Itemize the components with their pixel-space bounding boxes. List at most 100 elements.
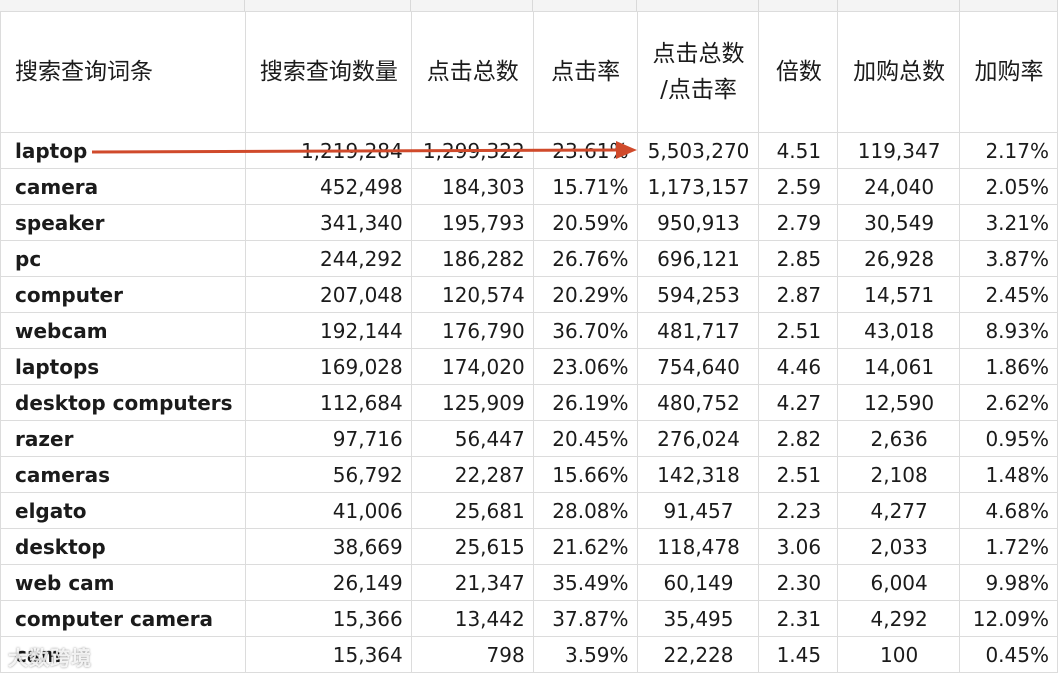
cell-clicks-over-ctr[interactable]: 950,913 xyxy=(636,204,760,241)
cell-search-volume[interactable]: 169,028 xyxy=(244,348,412,385)
cell-multiple[interactable]: 2.59 xyxy=(758,168,839,205)
cell-multiple[interactable]: 1.45 xyxy=(758,636,839,673)
cell-search-volume[interactable]: 341,340 xyxy=(244,204,412,241)
cell-clicks-over-ctr[interactable]: 5,503,270 xyxy=(636,132,760,169)
cell-keyword[interactable]: speaker xyxy=(0,204,246,241)
cell-multiple[interactable]: 4.51 xyxy=(758,132,839,169)
cell-ctr[interactable]: 20.59% xyxy=(532,204,638,241)
cell-clicks-over-ctr[interactable]: 481,717 xyxy=(636,312,760,349)
cell-multiple[interactable]: 4.27 xyxy=(758,384,839,421)
cell-add-to-cart[interactable]: 100 xyxy=(837,636,961,673)
cell-clicks[interactable]: 120,574 xyxy=(410,276,534,313)
cell-multiple[interactable]: 3.06 xyxy=(758,528,839,565)
cell-multiple[interactable]: 2.87 xyxy=(758,276,839,313)
cell-clicks-over-ctr[interactable]: 91,457 xyxy=(636,492,760,529)
cell-ctr[interactable]: 20.29% xyxy=(532,276,638,313)
cell-clicks-over-ctr[interactable]: 696,121 xyxy=(636,240,760,277)
cell-clicks[interactable]: 174,020 xyxy=(410,348,534,385)
cell-cart-rate[interactable]: 8.93% xyxy=(959,312,1058,349)
cell-clicks[interactable]: 13,442 xyxy=(410,600,534,637)
cell-ctr[interactable]: 23.06% xyxy=(532,348,638,385)
cell-cart-rate[interactable]: 9.98% xyxy=(959,564,1058,601)
cell-clicks-over-ctr[interactable]: 22,228 xyxy=(636,636,760,673)
cell-add-to-cart[interactable]: 6,004 xyxy=(837,564,961,601)
cell-cart-rate[interactable]: 1.72% xyxy=(959,528,1058,565)
header-clicks[interactable]: 点击总数 xyxy=(410,11,534,133)
cell-keyword[interactable]: razer xyxy=(0,420,246,457)
cell-ctr[interactable]: 3.59% xyxy=(532,636,638,673)
cell-cart-rate[interactable]: 3.21% xyxy=(959,204,1058,241)
cell-ctr[interactable]: 36.70% xyxy=(532,312,638,349)
cell-clicks-over-ctr[interactable]: 35,495 xyxy=(636,600,760,637)
cell-ctr[interactable]: 20.45% xyxy=(532,420,638,457)
cell-ctr[interactable]: 21.62% xyxy=(532,528,638,565)
cell-cart-rate[interactable]: 2.05% xyxy=(959,168,1058,205)
cell-clicks[interactable]: 186,282 xyxy=(410,240,534,277)
column-header-h[interactable] xyxy=(960,0,1058,11)
cell-add-to-cart[interactable]: 30,549 xyxy=(837,204,961,241)
cell-multiple[interactable]: 2.51 xyxy=(758,456,839,493)
cell-ctr[interactable]: 26.19% xyxy=(532,384,638,421)
cell-add-to-cart[interactable]: 2,636 xyxy=(837,420,961,457)
cell-clicks-over-ctr[interactable]: 276,024 xyxy=(636,420,760,457)
cell-clicks[interactable]: 798 xyxy=(410,636,534,673)
cell-add-to-cart[interactable]: 119,347 xyxy=(837,132,961,169)
cell-cart-rate[interactable]: 0.45% xyxy=(959,636,1058,673)
cell-clicks[interactable]: 25,681 xyxy=(410,492,534,529)
cell-keyword[interactable]: laptop xyxy=(0,132,246,169)
cell-search-volume[interactable]: 38,669 xyxy=(244,528,412,565)
cell-multiple[interactable]: 2.31 xyxy=(758,600,839,637)
column-header-b[interactable] xyxy=(245,0,411,11)
cell-clicks-over-ctr[interactable]: 594,253 xyxy=(636,276,760,313)
cell-clicks-over-ctr[interactable]: 60,149 xyxy=(636,564,760,601)
column-header-c[interactable] xyxy=(411,0,533,11)
cell-cart-rate[interactable]: 3.87% xyxy=(959,240,1058,277)
cell-keyword[interactable]: computer xyxy=(0,276,246,313)
column-header-d[interactable] xyxy=(533,0,637,11)
cell-multiple[interactable]: 2.30 xyxy=(758,564,839,601)
cell-clicks-over-ctr[interactable]: 142,318 xyxy=(636,456,760,493)
cell-ctr[interactable]: 35.49% xyxy=(532,564,638,601)
cell-search-volume[interactable]: 207,048 xyxy=(244,276,412,313)
cell-ctr[interactable]: 15.71% xyxy=(532,168,638,205)
cell-search-volume[interactable]: 41,006 xyxy=(244,492,412,529)
cell-cart-rate[interactable]: 2.17% xyxy=(959,132,1058,169)
cell-search-volume[interactable]: 452,498 xyxy=(244,168,412,205)
cell-add-to-cart[interactable]: 4,277 xyxy=(837,492,961,529)
cell-add-to-cart[interactable]: 26,928 xyxy=(837,240,961,277)
cell-clicks[interactable]: 184,303 xyxy=(410,168,534,205)
cell-add-to-cart[interactable]: 2,033 xyxy=(837,528,961,565)
cell-search-volume[interactable]: 15,364 xyxy=(244,636,412,673)
cell-multiple[interactable]: 2.85 xyxy=(758,240,839,277)
cell-multiple[interactable]: 2.79 xyxy=(758,204,839,241)
cell-add-to-cart[interactable]: 12,590 xyxy=(837,384,961,421)
cell-ctr[interactable]: 37.87% xyxy=(532,600,638,637)
cell-add-to-cart[interactable]: 43,018 xyxy=(837,312,961,349)
cell-keyword[interactable]: desktop xyxy=(0,528,246,565)
cell-clicks-over-ctr[interactable]: 754,640 xyxy=(636,348,760,385)
cell-cart-rate[interactable]: 1.86% xyxy=(959,348,1058,385)
cell-clicks[interactable]: 21,347 xyxy=(410,564,534,601)
cell-cart-rate[interactable]: 2.45% xyxy=(959,276,1058,313)
column-header-a[interactable] xyxy=(0,0,245,11)
cell-clicks[interactable]: 56,447 xyxy=(410,420,534,457)
cell-clicks-over-ctr[interactable]: 1,173,157 xyxy=(636,168,760,205)
cell-ctr[interactable]: 23.61% xyxy=(532,132,638,169)
cell-clicks[interactable]: 195,793 xyxy=(410,204,534,241)
cell-clicks[interactable]: 125,909 xyxy=(410,384,534,421)
cell-keyword[interactable]: cameras xyxy=(0,456,246,493)
cell-search-volume[interactable]: 192,144 xyxy=(244,312,412,349)
cell-multiple[interactable]: 4.46 xyxy=(758,348,839,385)
cell-search-volume[interactable]: 56,792 xyxy=(244,456,412,493)
column-header-f[interactable] xyxy=(759,0,838,11)
cell-add-to-cart[interactable]: 14,571 xyxy=(837,276,961,313)
cell-search-volume[interactable]: 1,219,284 xyxy=(244,132,412,169)
cell-search-volume[interactable]: 244,292 xyxy=(244,240,412,277)
header-add-to-cart[interactable]: 加购总数 xyxy=(837,11,961,133)
cell-add-to-cart[interactable]: 24,040 xyxy=(837,168,961,205)
cell-multiple[interactable]: 2.51 xyxy=(758,312,839,349)
cell-keyword[interactable]: desktop computers xyxy=(0,384,246,421)
cell-clicks-over-ctr[interactable]: 480,752 xyxy=(636,384,760,421)
cell-cart-rate[interactable]: 2.62% xyxy=(959,384,1058,421)
cell-keyword[interactable]: elgato xyxy=(0,492,246,529)
